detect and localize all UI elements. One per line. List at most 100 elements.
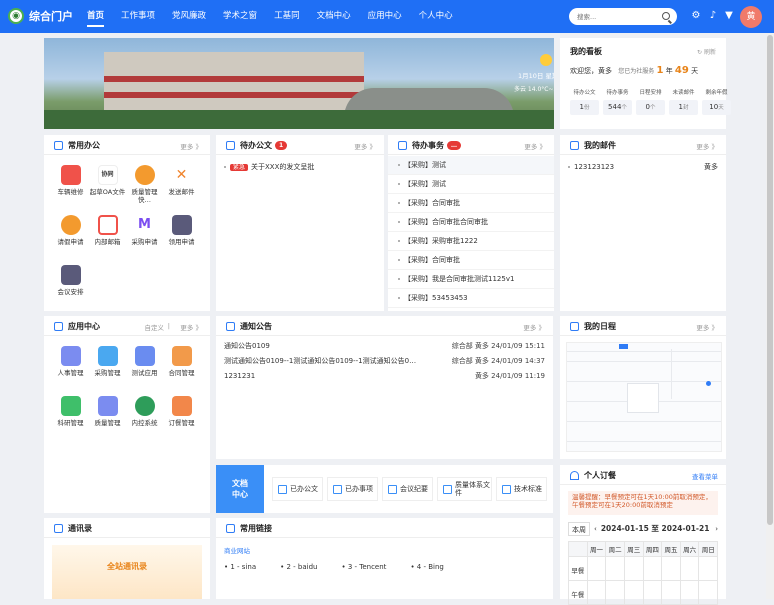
page-scrollbar[interactable]: [766, 33, 774, 599]
notice-item[interactable]: 通知公告0109 综合部 黄多 24/01/09 15:11: [224, 339, 545, 354]
meal-cell[interactable]: [679, 557, 699, 580]
list-item[interactable]: 【采购】53453453: [388, 289, 554, 308]
link-item[interactable]: • 3 - Tencent: [341, 563, 386, 571]
meal-cell[interactable]: [623, 557, 643, 580]
app-vehicle-repair[interactable]: 车辆维修: [52, 163, 89, 213]
refresh-button[interactable]: ↻ 刷新: [697, 47, 716, 56]
app-meal[interactable]: 订餐管理: [163, 394, 200, 444]
app-purchase-request[interactable]: M 采购申请: [126, 213, 163, 263]
app-send-mail[interactable]: ✕ 发送邮件: [163, 163, 200, 213]
nav-personal[interactable]: 个人中心: [419, 0, 453, 33]
stat-unread-mail[interactable]: 未读邮件 1封: [669, 88, 698, 115]
meal-cell[interactable]: [586, 581, 606, 604]
link-item[interactable]: • 1 - sina: [224, 563, 256, 571]
meal-cell[interactable]: [605, 557, 624, 580]
notice-item[interactable]: 1231231 黄多 24/01/09 11:19: [224, 369, 545, 384]
list-item[interactable]: 【采购】测试: [388, 175, 554, 194]
this-week-button[interactable]: 本周: [568, 522, 590, 536]
view-menu-link[interactable]: 查看菜单: [692, 471, 718, 481]
next-week-icon[interactable]: ›: [715, 525, 718, 533]
meal-cell[interactable]: [605, 581, 624, 604]
more-link[interactable]: 更多 》: [354, 141, 376, 151]
mini-calendar-today: [706, 381, 711, 386]
schedule-calendar[interactable]: [566, 342, 722, 452]
meal-cell[interactable]: [661, 557, 680, 580]
doc-done-documents[interactable]: 已办公文: [272, 477, 323, 501]
app-logo[interactable]: ◉ 综合门户: [8, 8, 73, 24]
nav-party[interactable]: 党风廉政: [172, 0, 206, 33]
stat-schedule[interactable]: 日程安排 0个: [636, 88, 665, 115]
nav-work-items[interactable]: 工作事项: [121, 0, 155, 33]
service-label: 您已为社服务: [618, 68, 655, 75]
app-test[interactable]: 测试应用: [126, 344, 163, 394]
notice-item[interactable]: 测试通知公告0109--1测试通知公告0109--1测试通知公告0… 综合部 黄多…: [224, 354, 545, 369]
stat-pending-docs[interactable]: 待办公文 1份: [570, 88, 599, 115]
stat-annual-leave[interactable]: 剩余年假 10天: [702, 88, 731, 115]
site-directory-banner[interactable]: 全站通讯录: [52, 545, 202, 599]
meal-cell[interactable]: [698, 557, 717, 580]
nav-academic[interactable]: 学术之窗: [223, 0, 257, 33]
more-link[interactable]: 更多 》: [524, 141, 546, 151]
nav-home[interactable]: 首页: [87, 0, 105, 33]
more-link[interactable]: 更多 》: [696, 322, 718, 332]
user-avatar[interactable]: 黄: [740, 6, 762, 28]
stat-pending-tasks[interactable]: 待办事务 544个: [603, 88, 632, 115]
link-item[interactable]: • 2 - baidu: [280, 563, 317, 571]
contacts-card: 通讯录 全站通讯录: [44, 518, 210, 599]
meal-cell[interactable]: [661, 581, 680, 604]
meal-cell[interactable]: [679, 581, 699, 604]
bullet: [568, 166, 570, 168]
card-header: 个人订餐 查看菜单: [560, 465, 726, 485]
app-meeting[interactable]: 会议安排: [52, 263, 89, 313]
app-quality[interactable]: 质量管理快…: [126, 163, 163, 213]
app-procurement[interactable]: 采购管理: [89, 344, 126, 394]
search-input[interactable]: [577, 11, 657, 22]
app-research[interactable]: 科研管理: [52, 394, 89, 444]
doc-done-tasks[interactable]: 已办事项: [327, 477, 378, 501]
list-item[interactable]: 【采购】合同审批合同审批: [388, 213, 554, 232]
app-contract[interactable]: 合同管理: [163, 344, 200, 394]
list-item[interactable]: 紧急 关于XXX的发文呈批: [224, 158, 376, 177]
list-item[interactable]: 123123123 黄多: [568, 158, 718, 177]
list-item[interactable]: 【采购】合同审批: [388, 194, 554, 213]
nav-documents[interactable]: 文档中心: [317, 0, 351, 33]
more-link[interactable]: 更多 》: [180, 141, 202, 151]
item-text: 【采购】合同审批合同审批: [404, 218, 488, 226]
doc-center-tab[interactable]: 文档 中心: [216, 465, 264, 513]
meal-cell[interactable]: [642, 581, 662, 604]
app-leave-request[interactable]: 请假申请: [52, 213, 89, 263]
minutes-icon: [388, 484, 397, 494]
list-item[interactable]: 【采购】我是合同审批测试1125v1: [388, 270, 554, 289]
shirt-theme-icon[interactable]: ▼: [723, 10, 735, 22]
app-internal-mail[interactable]: 内部邮箱: [89, 213, 126, 263]
doc-meeting-minutes[interactable]: 会议纪要: [382, 477, 433, 501]
settings-gear-icon[interactable]: ⚙: [690, 10, 702, 22]
card-header: 通讯录: [44, 518, 210, 538]
list-item[interactable]: 【采购】采购审批1222: [388, 232, 554, 251]
list-item[interactable]: 【采购】合同审批: [388, 251, 554, 270]
more-link[interactable]: 更多 》: [180, 322, 202, 332]
meal-cell[interactable]: [586, 557, 606, 580]
more-link[interactable]: 更多 》: [523, 322, 545, 332]
app-draft-oa[interactable]: 协同 起草OA文件: [89, 163, 126, 213]
customize-link[interactable]: 自定义: [145, 322, 165, 332]
search-icon[interactable]: [662, 12, 670, 20]
meal-cell[interactable]: [623, 581, 643, 604]
app-quality-mgmt[interactable]: 质量管理: [89, 394, 126, 444]
app-internal-control[interactable]: 内控系统: [126, 394, 163, 444]
prev-week-icon[interactable]: ‹: [594, 525, 597, 533]
scrollbar-thumb[interactable]: [767, 35, 773, 525]
list-item[interactable]: 【采购】测试: [388, 156, 554, 175]
meal-cell[interactable]: [642, 557, 662, 580]
nav-union[interactable]: 工基同: [274, 0, 300, 33]
more-link[interactable]: 更多 》: [696, 141, 718, 151]
link-item[interactable]: • 4 - Bing: [410, 563, 443, 571]
doc-quality-system[interactable]: 质量体系文件: [437, 477, 492, 501]
doc-tech-standard[interactable]: 技术标准: [496, 477, 547, 501]
meal-cell[interactable]: [698, 581, 717, 604]
app-hr[interactable]: 人事管理: [52, 344, 89, 394]
app-requisition[interactable]: 领用申请: [163, 213, 200, 263]
nav-app-center[interactable]: 应用中心: [368, 0, 402, 33]
notification-bell-icon[interactable]: ♪: [707, 10, 719, 22]
stat-value: 10: [709, 103, 719, 111]
